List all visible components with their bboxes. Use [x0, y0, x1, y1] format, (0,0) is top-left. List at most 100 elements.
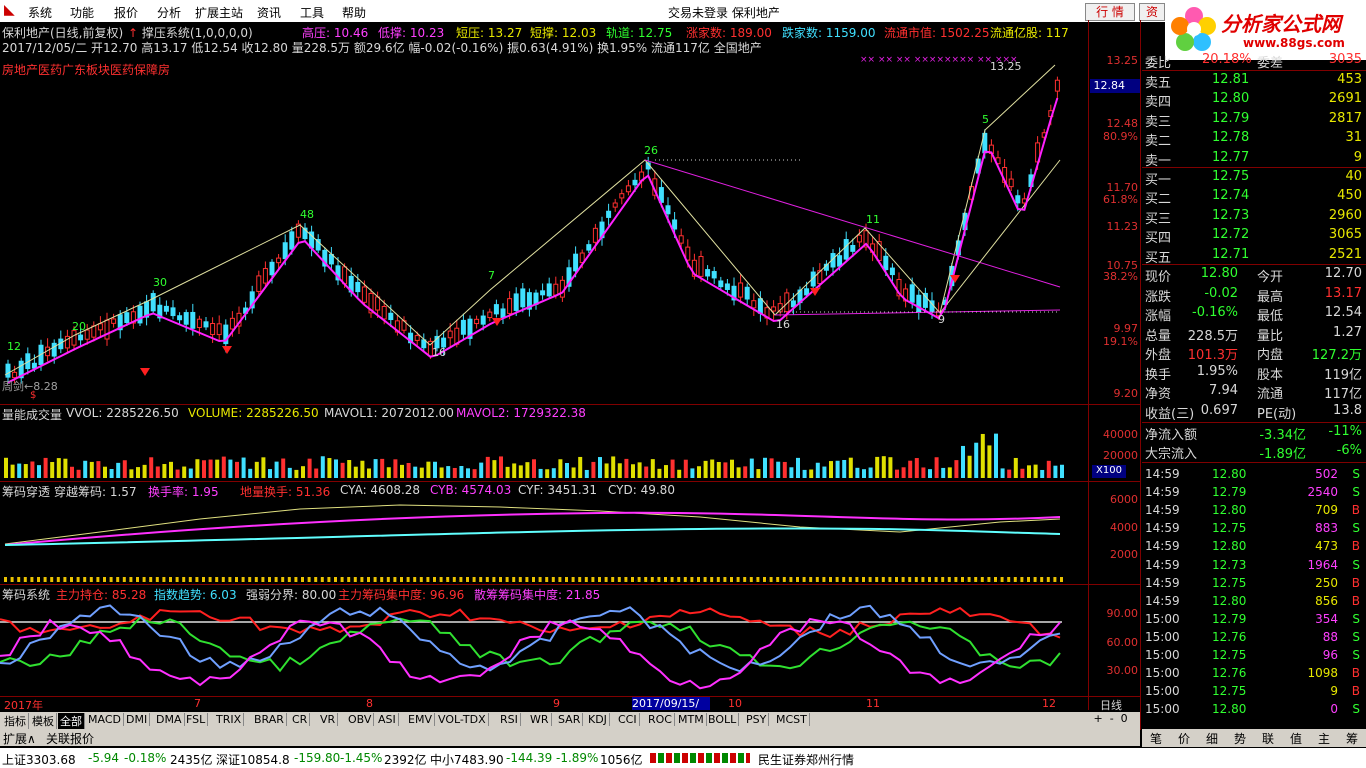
tab-trix[interactable]: TRIX: [214, 713, 245, 726]
volume-bar: [30, 461, 35, 478]
tab-mcst[interactable]: MCST: [774, 713, 810, 726]
order-book-row: 买一 12.75 40: [1145, 169, 1362, 188]
ext-tabs: 扩展∧ 关联报价: [0, 729, 1140, 746]
tab-全部[interactable]: 全部: [58, 713, 85, 729]
volume-bar: [23, 464, 28, 478]
right-tab[interactable]: 笔: [1150, 730, 1162, 747]
candle-body: [520, 288, 526, 308]
volume-bar: [122, 460, 127, 478]
right-tab[interactable]: 价: [1178, 730, 1190, 747]
candle-body: [460, 319, 466, 335]
volume-bar: [974, 442, 979, 478]
menu-item-system[interactable]: 系统: [28, 4, 52, 21]
price-marker: 12.84: [1090, 79, 1140, 93]
tab-fsl[interactable]: FSL: [184, 713, 209, 726]
tab-rsi[interactable]: RSI: [498, 713, 521, 726]
menu-item-function[interactable]: 功能: [70, 4, 94, 21]
tab-dma[interactable]: DMA: [154, 713, 185, 726]
tab-brar[interactable]: BRAR: [252, 713, 287, 726]
right-tab[interactable]: 主: [1318, 730, 1330, 747]
quote-button[interactable]: 行 情: [1085, 3, 1135, 21]
menu-item-ext[interactable]: 扩展主站: [195, 4, 243, 21]
tab-wr[interactable]: WR: [528, 713, 552, 726]
tick-row: 14:59 12.73 1964 S: [1145, 557, 1360, 572]
tab-asi[interactable]: ASI: [376, 713, 399, 726]
tab-cr[interactable]: CR: [290, 713, 311, 726]
right-tab[interactable]: 筹: [1346, 730, 1358, 747]
volume-bar: [413, 466, 418, 478]
right-tab[interactable]: 值: [1290, 730, 1302, 747]
tab-cci[interactable]: CCI: [616, 713, 640, 726]
volume-bar: [386, 467, 391, 478]
float-cap: 流通亿股: 117: [990, 26, 1069, 40]
tick-row: 15:00 12.75 9 B: [1145, 684, 1360, 699]
candle-body: [586, 244, 592, 251]
tick-row: 14:59 12.80 856 B: [1145, 593, 1360, 608]
tab-emv[interactable]: EMV: [406, 713, 435, 726]
right-tab[interactable]: 联: [1262, 730, 1274, 747]
tab-指标[interactable]: 指标: [2, 713, 29, 729]
candle-body: [210, 323, 216, 336]
order-book-row: 买三 12.73 2960: [1145, 207, 1362, 227]
quote-panel: 委比 20.18% 委差 3035 卖五 12.81 453 卖四 12.80 2691 卖…: [1142, 52, 1366, 752]
volume-bar: [155, 466, 160, 478]
tab-sar[interactable]: SAR: [556, 713, 584, 726]
app-icon[interactable]: ◣: [4, 2, 15, 18]
candlestick-chart[interactable]: ×× ×× ×× ×××××××× ×× ×××: [0, 50, 1088, 404]
volume-bar: [908, 460, 913, 478]
volume-bar: [842, 459, 847, 478]
tick-row: 15:00 12.75 96 S: [1145, 648, 1360, 662]
menu-item-news[interactable]: 资讯: [257, 4, 281, 21]
tab-vol-tdx[interactable]: VOL-TDX: [436, 713, 489, 726]
zoom-controls[interactable]: + - 0: [1090, 712, 1140, 729]
tab-kdj[interactable]: KDJ: [586, 713, 610, 726]
tick-row: 15:00 12.80 0 S: [1145, 702, 1360, 717]
volume-bar: [37, 465, 41, 478]
volume-bar: [485, 456, 490, 478]
volume-bar: [617, 463, 622, 478]
right-tab[interactable]: 细: [1206, 730, 1218, 747]
tab-vr[interactable]: VR: [318, 713, 339, 726]
menu-item-help[interactable]: 帮助: [342, 4, 366, 21]
flower-logo-icon: [1171, 7, 1216, 51]
menu-item-tools[interactable]: 工具: [300, 4, 324, 21]
stat-row: 换手 1.95% 股本 119亿: [1145, 363, 1362, 383]
tab-psy[interactable]: PSY: [744, 713, 770, 726]
tab-mtm[interactable]: MTM: [676, 713, 707, 726]
tick-row: 14:59 12.75 883 S: [1145, 521, 1360, 536]
tab-模板[interactable]: 模板: [30, 713, 57, 729]
candle-body: [507, 298, 513, 314]
volume-bar: [809, 469, 814, 478]
candle-body: [361, 286, 367, 303]
tab-obv[interactable]: OBV: [346, 713, 375, 726]
volume-bar: [862, 469, 866, 478]
menu-item-quote[interactable]: 报价: [114, 4, 138, 21]
indicator-tabs: 指标 模板 全部 MACD DMI DMA FSL TRIX BRAR CR VR OBV ASI EMV…: [0, 712, 1140, 729]
tab-macd[interactable]: MACD: [86, 713, 124, 726]
chip-system-chart: [0, 604, 1062, 690]
volume-bar: [624, 458, 629, 478]
tab-dmi[interactable]: DMI: [124, 713, 151, 726]
volume-bar: [70, 466, 74, 478]
volume-bar: [578, 456, 583, 478]
volume-bar: [129, 469, 134, 478]
right-tab[interactable]: 势: [1234, 730, 1246, 747]
logo: 分析家公式网 www.88gs.com: [1165, 0, 1366, 60]
stat-row: 涨跌 -0.02 最高 13.17: [1145, 285, 1362, 305]
menu-item-analysis[interactable]: 分析: [157, 4, 181, 21]
volume-bar: [980, 433, 985, 478]
volume-bar: [723, 462, 728, 478]
tab-roc[interactable]: ROC: [646, 713, 675, 726]
volume-bar: [584, 469, 589, 478]
volume-bar: [307, 458, 312, 478]
candle-body: [388, 312, 394, 321]
candle-body: [282, 242, 288, 260]
info-button[interactable]: 资: [1139, 3, 1165, 21]
candle-body: [837, 255, 843, 267]
volume-bar: [505, 466, 510, 478]
tick-row: 15:00 12.79 354 S: [1145, 611, 1360, 626]
status-bar: 上证3303.68 -5.94 -0.18% 2435亿 深证10854.8 -…: [0, 748, 1366, 768]
candle-body: [480, 315, 486, 325]
volume-bar: [901, 467, 906, 478]
tab-boll[interactable]: BOLL: [706, 713, 740, 726]
